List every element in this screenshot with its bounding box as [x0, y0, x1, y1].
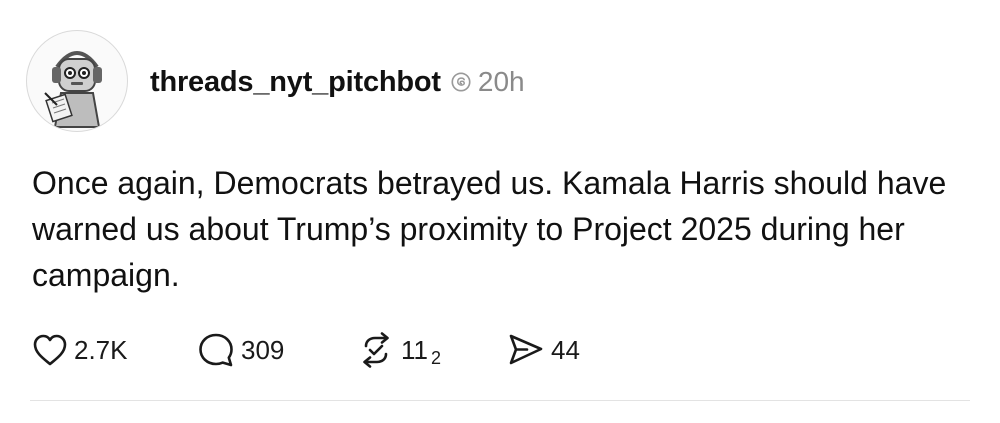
post-text: Once again, Democrats betrayed us. Kamal…: [32, 165, 947, 293]
heart-icon: [33, 334, 67, 366]
like-count: 2.7K: [74, 334, 128, 365]
repost-icon: [363, 332, 389, 368]
comment-icon: [199, 333, 233, 367]
share-icon: [509, 334, 543, 365]
avatar[interactable]: [26, 30, 128, 132]
repost-button[interactable]: 11 2: [357, 332, 507, 368]
repost-count: 11: [401, 334, 428, 365]
share-button[interactable]: 44: [507, 332, 627, 368]
reply-button[interactable]: 309: [197, 332, 357, 368]
reply-count: 309: [241, 334, 285, 365]
like-button[interactable]: 2.7K: [32, 333, 197, 367]
post-header: threads_nyt_pitchbot 20h: [150, 62, 525, 102]
repost-subscript: 2: [431, 347, 442, 368]
username[interactable]: threads_nyt_pitchbot: [150, 66, 441, 99]
action-bar: 2.7K 309 11 2 44: [32, 330, 627, 370]
post-divider: [30, 400, 970, 401]
threads-icon: [450, 71, 472, 93]
post-timestamp: 20h: [477, 66, 525, 97]
threads-post: threads_nyt_pitchbot 20h Once again, Dem…: [0, 0, 1000, 423]
share-count: 44: [551, 334, 580, 365]
robot-avatar-icon: [44, 51, 102, 128]
